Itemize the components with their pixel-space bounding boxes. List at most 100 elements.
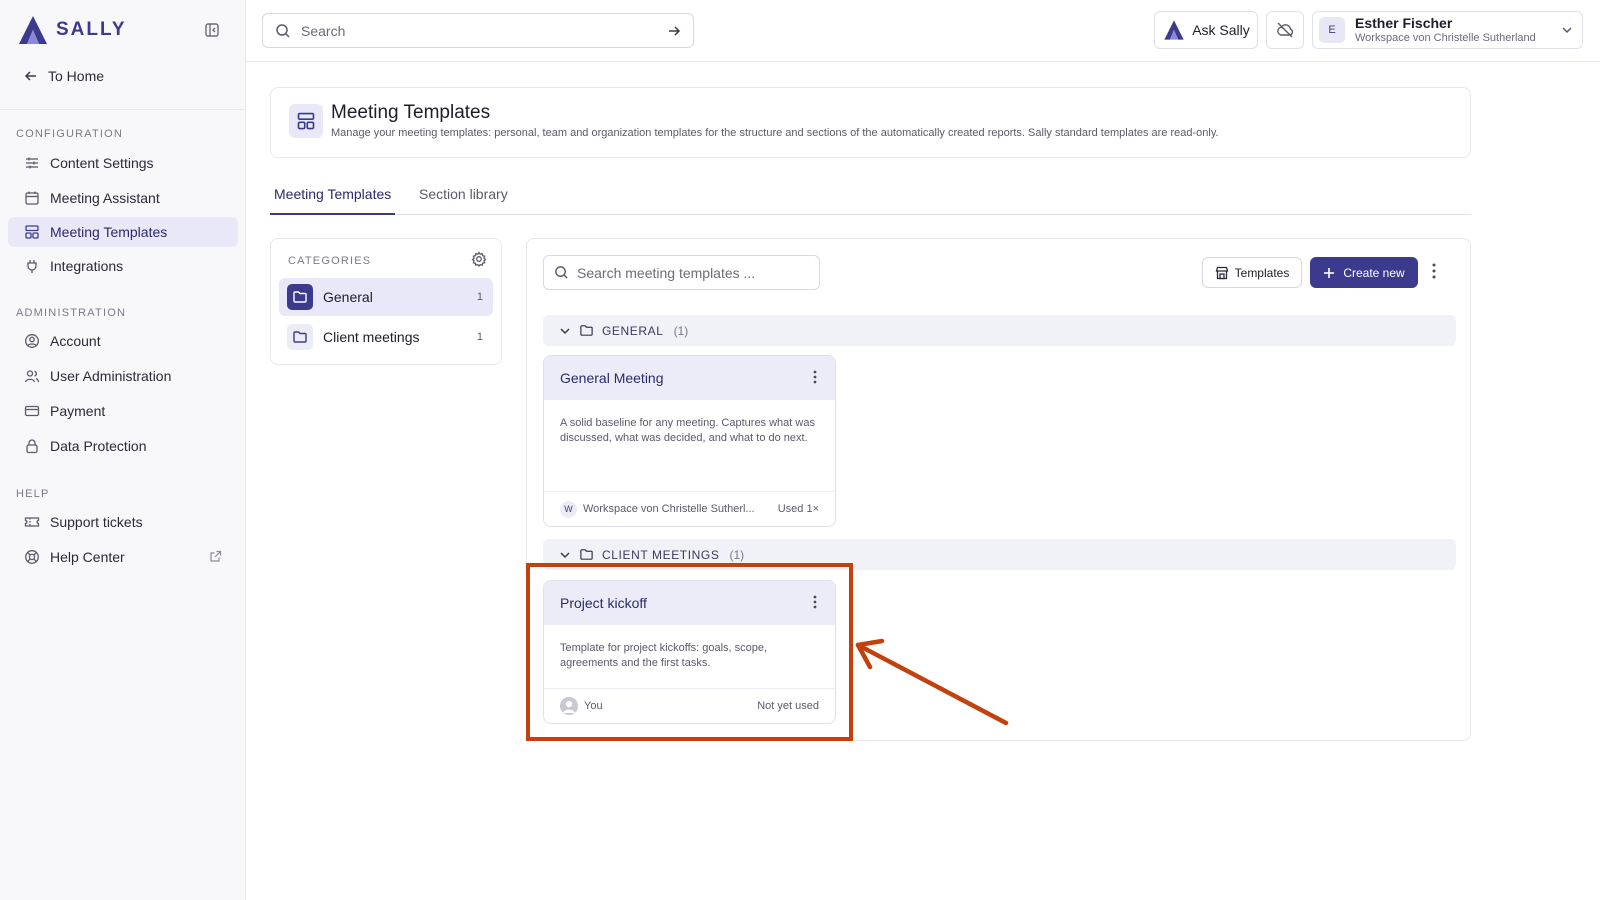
template-description: A solid baseline for any meeting. Captur… <box>544 400 835 492</box>
template-card-header: Project kickoff <box>544 581 835 625</box>
folder-icon <box>580 325 593 336</box>
sidebar-item-integrations[interactable]: Integrations <box>8 251 238 281</box>
template-card-footer: You Not yet used <box>544 689 835 723</box>
category-item-client-meetings[interactable]: Client meetings 1 <box>279 318 493 356</box>
sidebar-item-label: Data Protection <box>50 438 147 454</box>
user-info: Esther Fischer Workspace von Christelle … <box>1355 14 1536 45</box>
users-icon <box>24 370 40 383</box>
credit-card-icon <box>24 405 40 417</box>
sidebar-item-label: Support tickets <box>50 514 143 530</box>
gear-icon[interactable] <box>471 251 487 267</box>
section-label-configuration: CONFIGURATION <box>16 128 124 140</box>
external-link-icon <box>210 550 222 562</box>
folder-icon <box>580 549 593 560</box>
group-count: (1) <box>673 323 689 338</box>
cloud-off-icon <box>1277 22 1294 38</box>
template-search-input[interactable]: Search meeting templates ... <box>543 255 820 290</box>
ask-sally-label: Ask Sally <box>1192 22 1250 38</box>
global-search-input[interactable]: Search <box>262 13 694 48</box>
sally-logo-icon <box>1164 20 1184 40</box>
sally-logo-icon <box>19 16 47 44</box>
section-label-administration: ADMINISTRATION <box>16 307 127 319</box>
category-count: 1 <box>476 291 483 303</box>
sidebar-item-label: Content Settings <box>50 155 154 171</box>
more-vertical-icon[interactable] <box>813 595 817 609</box>
group-name: CLIENT MEETINGS <box>602 547 720 562</box>
lock-icon <box>26 439 38 454</box>
chevron-down-icon <box>1562 27 1572 34</box>
sidebar-item-help-center[interactable]: Help Center <box>8 542 238 572</box>
template-card-header: General Meeting <box>544 356 835 400</box>
sidebar-item-label: Payment <box>50 403 106 419</box>
search-icon <box>555 266 568 279</box>
template-title: Project kickoff <box>560 595 647 611</box>
more-vertical-icon[interactable] <box>813 370 817 384</box>
sidebar-item-account[interactable]: Account <box>8 326 238 356</box>
ticket-icon <box>24 517 40 527</box>
templates-panel: Search meeting templates ... Templates C… <box>526 238 1471 741</box>
to-home-label: To Home <box>48 68 105 84</box>
user-avatar-icon <box>560 697 578 715</box>
layout-icon <box>289 104 323 138</box>
sidebar-item-meeting-assistant[interactable]: Meeting Assistant <box>8 183 238 213</box>
cloud-off-button[interactable] <box>1266 11 1304 49</box>
template-title: General Meeting <box>560 370 664 386</box>
tab-section-library[interactable]: Section library <box>415 186 512 215</box>
sidebar-item-content-settings[interactable]: Content Settings <box>8 148 238 178</box>
sidebar-item-user-administration[interactable]: User Administration <box>8 361 238 391</box>
templates-store-button[interactable]: Templates <box>1202 257 1302 288</box>
category-item-general[interactable]: General 1 <box>279 278 493 316</box>
arrow-right-icon[interactable] <box>667 24 681 38</box>
sidebar-item-support-tickets[interactable]: Support tickets <box>8 507 238 537</box>
folder-icon <box>287 324 313 350</box>
template-card-project-kickoff[interactable]: Project kickoff Template for project kic… <box>543 580 836 724</box>
folder-icon <box>287 284 313 310</box>
create-new-label: Create new <box>1343 265 1405 280</box>
collapse-sidebar-icon[interactable] <box>204 22 220 38</box>
sidebar-item-label: Help Center <box>50 549 125 565</box>
category-name: Client meetings <box>323 329 420 345</box>
categories-panel: CATEGORIES General 1 Client meetings 1 <box>270 238 502 365</box>
user-menu-button[interactable]: E Esther Fischer Workspace von Christell… <box>1312 11 1583 49</box>
template-description: Template for project kickoffs: goals, sc… <box>544 625 835 689</box>
to-home-link[interactable]: To Home <box>24 68 104 84</box>
template-card-footer: W Workspace von Christelle Sutherl... Us… <box>544 492 835 526</box>
arrow-left-icon <box>24 71 36 81</box>
group-count: (1) <box>729 547 745 562</box>
template-card-general-meeting[interactable]: General Meeting A solid baseline for any… <box>543 355 836 527</box>
lifebuoy-icon <box>25 550 39 564</box>
avatar: E <box>1319 17 1345 43</box>
user-name: Esther Fischer <box>1355 14 1453 31</box>
sidebar-item-meeting-templates[interactable]: Meeting Templates <box>8 217 238 247</box>
template-usage: Used 1× <box>777 503 819 515</box>
page-header-card: Meeting Templates Manage your meeting te… <box>270 87 1471 158</box>
sidebar-item-label: Account <box>50 333 101 349</box>
plus-icon <box>1324 267 1335 278</box>
tab-meeting-templates[interactable]: Meeting Templates <box>270 186 396 215</box>
user-workspace: Workspace von Christelle Sutherland <box>1355 31 1536 44</box>
sidebar: SALLY To Home CONFIGURATION Content Sett… <box>0 0 246 900</box>
sidebar-item-data-protection[interactable]: Data Protection <box>8 431 238 461</box>
template-owner: You <box>584 700 603 712</box>
category-name: General <box>323 289 373 305</box>
layout-icon <box>25 225 39 239</box>
user-circle-icon <box>25 334 39 348</box>
chevron-down-icon <box>560 327 570 334</box>
sidebar-item-label: Meeting Assistant <box>50 190 160 206</box>
tab-bar: Meeting Templates Section library <box>270 180 1471 215</box>
categories-label: CATEGORIES <box>288 255 372 267</box>
create-new-button[interactable]: Create new <box>1310 257 1418 288</box>
group-header-general[interactable]: GENERAL (1) <box>543 315 1456 346</box>
ask-sally-button[interactable]: Ask Sally <box>1154 11 1258 49</box>
page-title: Meeting Templates <box>331 102 491 123</box>
sidebar-item-label: Integrations <box>50 258 124 274</box>
sidebar-divider <box>0 109 246 110</box>
category-count: 1 <box>476 331 483 343</box>
sally-logo[interactable]: SALLY <box>16 14 127 46</box>
section-label-help: HELP <box>16 488 50 500</box>
sidebar-item-payment[interactable]: Payment <box>8 396 238 426</box>
template-owner: Workspace von Christelle Sutherl... <box>583 503 755 515</box>
more-vertical-icon[interactable] <box>1432 263 1436 279</box>
workspace-badge: W <box>560 500 577 518</box>
group-header-client-meetings[interactable]: CLIENT MEETINGS (1) <box>543 539 1456 570</box>
